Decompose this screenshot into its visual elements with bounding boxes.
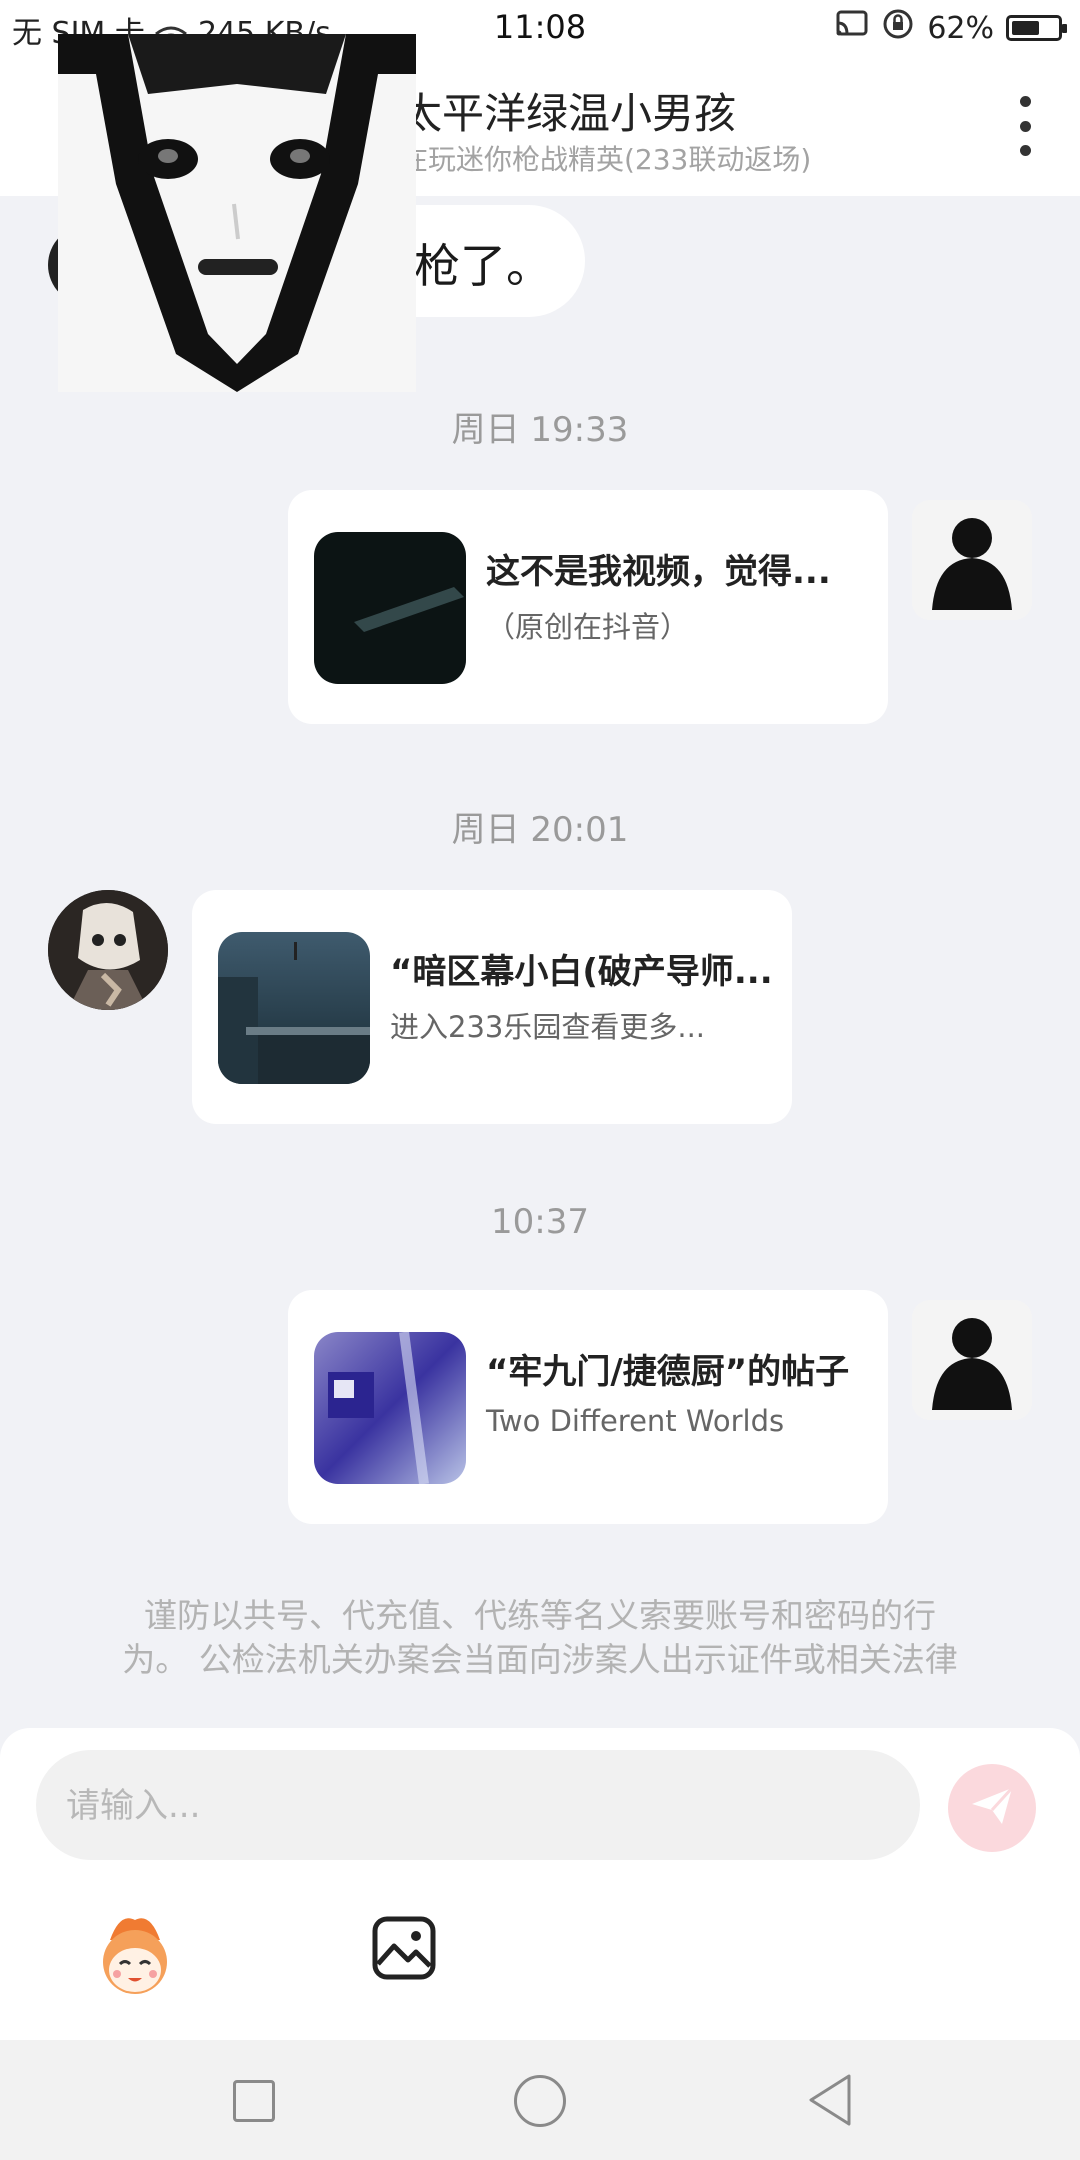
game-thumbnail xyxy=(218,932,370,1084)
card-title: 这不是我视频，觉得... xyxy=(486,552,831,592)
card-description: （原创在抖音） xyxy=(486,610,690,644)
floating-face-image xyxy=(58,34,416,392)
my-avatar[interactable] xyxy=(912,500,1032,620)
emoji-button[interactable] xyxy=(90,1910,180,2000)
cast-icon xyxy=(835,9,869,47)
shared-game-card[interactable]: “暗区幕小白(破产导师... 进入233乐园查看更多... xyxy=(192,890,792,1124)
emoji-mascot-icon xyxy=(90,1918,180,2004)
system-navigation-bar xyxy=(0,2040,1080,2160)
send-button[interactable] xyxy=(948,1764,1036,1852)
dot-icon xyxy=(1019,120,1031,132)
chat-status: 在玩迷你枪战精英(233联动返场) xyxy=(400,143,812,176)
dot-icon xyxy=(1019,96,1031,107)
card-description: Two Different Worlds xyxy=(486,1404,785,1438)
timestamp: 周日 20:01 xyxy=(451,810,629,850)
card-description: 进入233乐园查看更多... xyxy=(390,1010,706,1044)
send-icon xyxy=(968,1782,1016,1834)
back-button[interactable] xyxy=(805,2072,855,2128)
battery-icon xyxy=(1006,15,1067,41)
dot-icon xyxy=(1019,145,1031,156)
home-button[interactable] xyxy=(514,2075,566,2127)
shared-post-card[interactable]: “牢九门/捷德厨”的帖子 Two Different Worlds xyxy=(288,1290,888,1524)
shared-video-card[interactable]: 这不是我视频，觉得... （原创在抖音） xyxy=(288,490,888,724)
recent-apps-button[interactable] xyxy=(233,2080,275,2122)
image-picker-button[interactable] xyxy=(370,1914,438,1982)
contact-avatar[interactable] xyxy=(48,890,168,1010)
image-icon xyxy=(370,1916,438,1986)
notice-line: 谨防以共号、代充值、代练等名义索要账号和密码的行 xyxy=(144,1596,936,1635)
my-avatar[interactable] xyxy=(912,1300,1032,1420)
more-options-button[interactable] xyxy=(1010,96,1040,156)
chat-title: 太平洋绿温小男孩 xyxy=(400,89,737,138)
input-panel xyxy=(0,1728,1080,2040)
timestamp: 周日 19:33 xyxy=(451,410,629,450)
notice-line: 为。 公检法机关办案会当面向涉案人出示证件或相关法律 xyxy=(122,1640,958,1679)
rotation-lock-icon xyxy=(881,7,915,49)
card-title: “牢九门/捷德厨”的帖子 xyxy=(486,1352,850,1392)
message-input[interactable] xyxy=(64,1750,888,1862)
card-title: “暗区幕小白(破产导师... xyxy=(390,952,773,992)
message-text: 枪了。 xyxy=(414,239,552,293)
safety-notice: 谨防以共号、代充值、代练等名义索要账号和密码的行 为。 公检法机关办案会当面向涉… xyxy=(0,1594,1080,1682)
post-thumbnail xyxy=(314,1332,466,1484)
battery-percent: 62% xyxy=(927,10,994,46)
timestamp: 10:37 xyxy=(491,1202,589,1242)
status-right: 62% xyxy=(835,6,1067,50)
video-thumbnail xyxy=(314,532,466,684)
message-input-box[interactable] xyxy=(36,1750,920,1862)
